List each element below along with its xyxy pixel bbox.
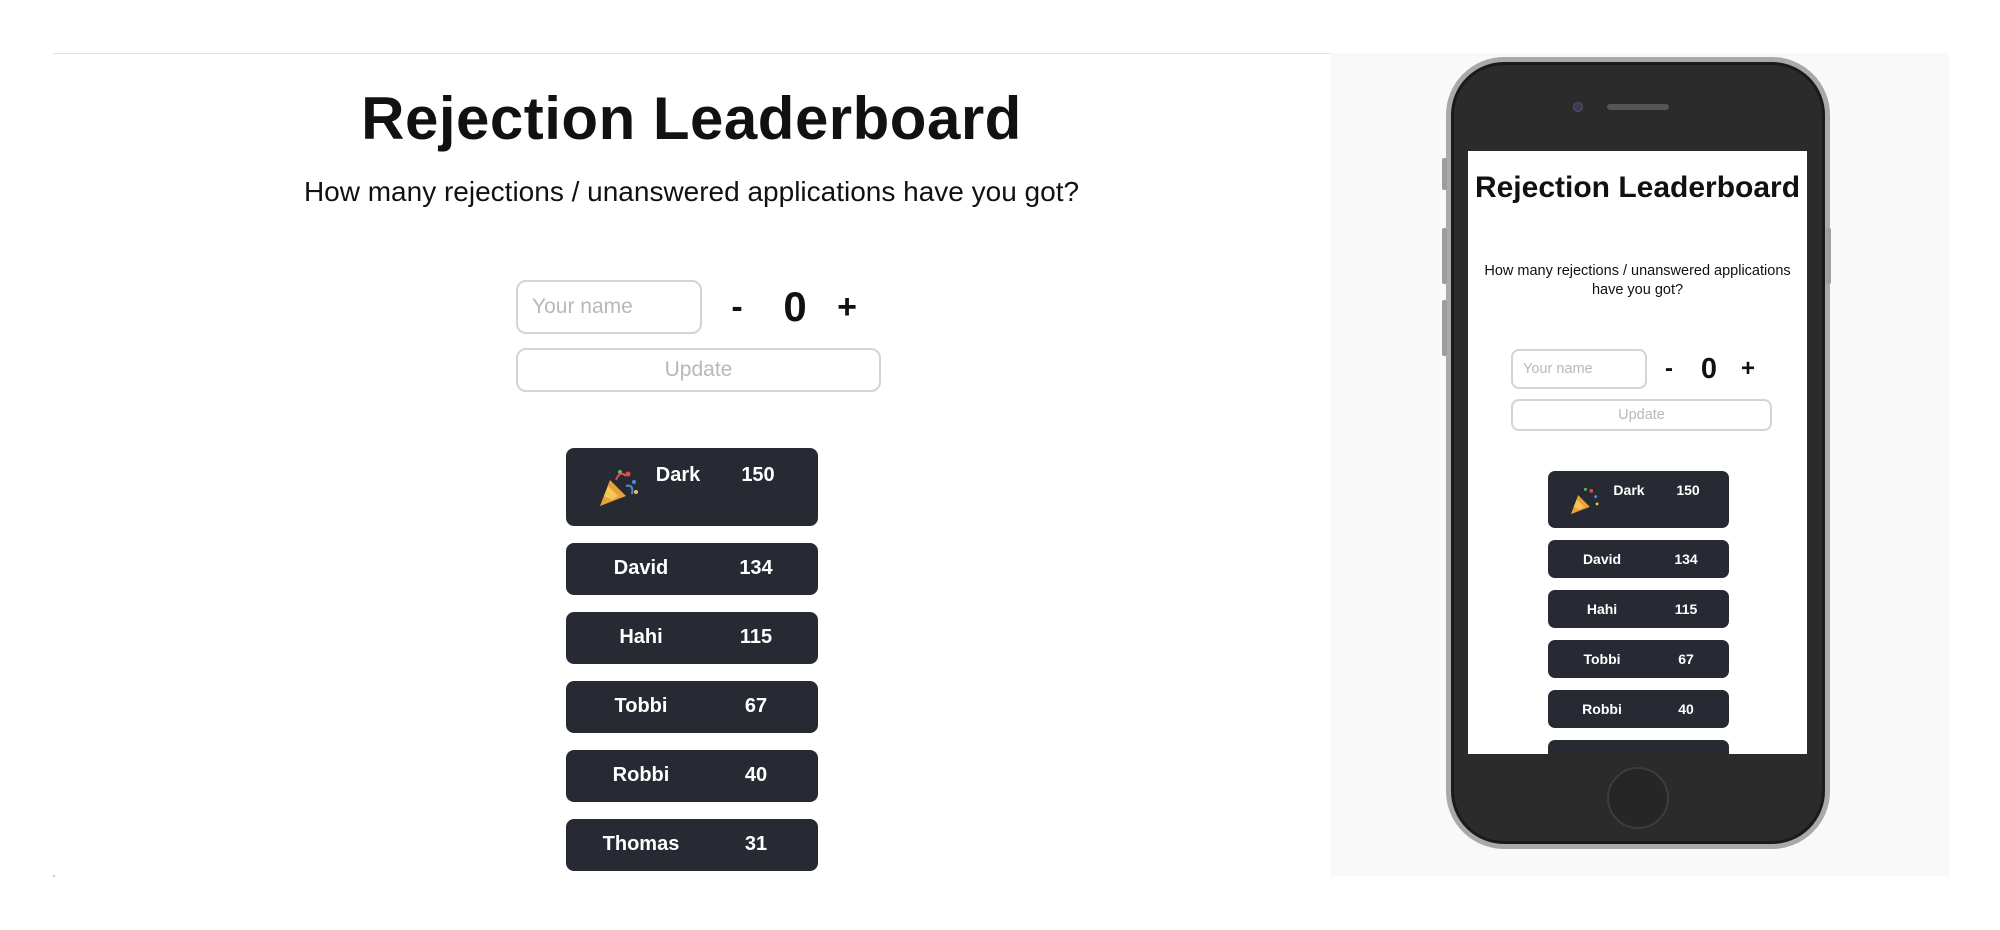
leaderboard-row: Thomas 31 <box>566 819 818 871</box>
player-score: 115 <box>1674 601 1698 617</box>
leaderboard-row: Hahi 115 <box>566 612 818 664</box>
leaderboard-row: Robbi 40 <box>566 750 818 802</box>
player-name: David <box>1582 551 1622 567</box>
player-name: Robbi <box>1582 701 1622 717</box>
player-score: 40 <box>744 764 768 786</box>
player-name: Robbi <box>612 764 670 786</box>
leaderboard-row: Dark 150 <box>1548 471 1729 528</box>
phone-home-button[interactable] <box>1607 767 1669 829</box>
desktop-view: Rejection Leaderboard How many rejection… <box>53 53 1330 877</box>
mobile-page-subtitle: How many rejections / unanswered applica… <box>1484 263 1791 298</box>
party-popper-icon <box>1570 487 1599 515</box>
leaderboard-row: David 134 <box>1548 540 1729 578</box>
player-name: Tobbi <box>1583 651 1621 667</box>
mobile-count-value: 0 <box>1700 353 1718 385</box>
player-name: Dark <box>1613 482 1645 498</box>
mobile-update-button[interactable]: Update <box>1511 399 1772 431</box>
page-subtitle: How many rejections / unanswered applica… <box>303 176 1080 207</box>
player-score: 150 <box>741 464 775 486</box>
player-name: Thomas <box>1548 751 1656 754</box>
page-title: Rejection Leaderboard <box>361 85 1022 152</box>
phone-volume-up-button <box>1442 228 1447 284</box>
player-name: Hahi <box>619 626 663 648</box>
name-input[interactable] <box>516 280 702 334</box>
player-score: 134 <box>739 557 773 579</box>
increment-button[interactable]: + <box>830 284 864 330</box>
leaderboard-row: David 134 <box>566 543 818 595</box>
phone-power-button <box>1826 228 1831 284</box>
player-score: 67 <box>744 695 768 717</box>
leaderboard-row: Hahi 115 <box>1548 590 1729 628</box>
phone-speaker <box>1607 104 1669 110</box>
phone-volume-down-button <box>1442 300 1447 356</box>
mobile-name-input[interactable] <box>1511 349 1647 389</box>
update-button[interactable]: Update <box>516 348 881 392</box>
player-score: 40 <box>1678 701 1694 717</box>
leaderboard-row: Tobbi 67 <box>566 681 818 733</box>
count-value: 0 <box>783 283 807 330</box>
player-score: 31 <box>744 833 768 855</box>
party-popper-icon <box>600 470 638 506</box>
corner-dot <box>53 875 55 877</box>
player-score: 115 <box>739 626 773 648</box>
player-name: Thomas <box>602 833 680 855</box>
mobile-leaderboard-list: Dark 150 David 134 Hahi 115 Tobbi 67 Rob… <box>1548 471 1729 754</box>
player-name: Tobbi <box>614 695 668 717</box>
leaderboard-row: Dark 150 <box>566 448 818 526</box>
decrement-button[interactable]: - <box>723 284 751 330</box>
player-name: David <box>613 557 669 579</box>
player-score: 31 <box>1656 751 1716 754</box>
mobile-decrement-button[interactable]: - <box>1658 354 1680 384</box>
mobile-increment-button[interactable]: + <box>1736 354 1760 384</box>
player-name: Dark <box>655 464 701 486</box>
player-score: 67 <box>1678 651 1694 667</box>
leaderboard-row: Thomas 31 <box>1548 740 1729 754</box>
mobile-page-title: Rejection Leaderboard <box>1474 171 1801 204</box>
player-score: 150 <box>1676 482 1700 498</box>
phone-camera-icon <box>1573 102 1583 112</box>
player-score: 134 <box>1674 551 1698 567</box>
phone-screen: Rejection Leaderboard How many rejection… <box>1468 151 1807 754</box>
player-name: Hahi <box>1586 601 1618 617</box>
leaderboard-row: Tobbi 67 <box>1548 640 1729 678</box>
phone-mute-switch <box>1442 158 1447 190</box>
leaderboard-list: Dark 150 David 134 Hahi 115 Tobbi 67 Rob… <box>566 448 818 888</box>
leaderboard-row: Robbi 40 <box>1548 690 1729 728</box>
